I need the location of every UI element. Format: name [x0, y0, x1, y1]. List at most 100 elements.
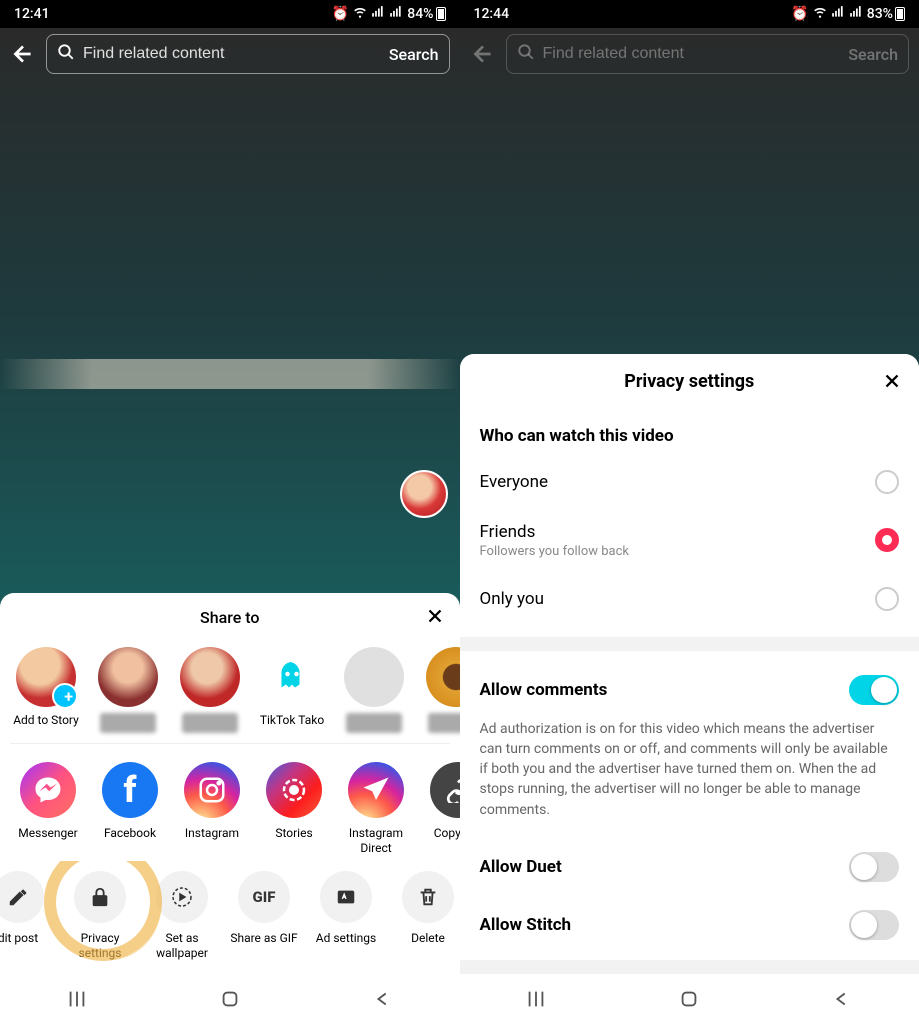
live-icon: [156, 871, 208, 923]
radio-button[interactable]: [875, 587, 899, 611]
action-lock[interactable]: Privacy settings: [62, 871, 138, 960]
msgr-icon: [20, 762, 76, 818]
lock-icon: [74, 871, 126, 923]
share-contacts-row[interactable]: Add to Story TikTok Tako: [0, 641, 460, 739]
search-button[interactable]: Search: [389, 45, 439, 64]
privacy-option[interactable]: Friends Followers you follow back: [480, 508, 900, 573]
status-time: 12:44: [474, 6, 510, 22]
share-app-ig[interactable]: Instagram: [174, 762, 250, 855]
radio-button[interactable]: [875, 528, 899, 552]
allow-duet-toggle[interactable]: [849, 852, 899, 882]
phone-right: 12:44 ⏰ 83% Search Privacy settings: [460, 0, 919, 1024]
contact-label: TikTok Tako: [256, 713, 328, 727]
contact-avatar: [426, 647, 460, 707]
contact-name-redacted: [428, 713, 460, 733]
contact-name-redacted: [100, 713, 156, 733]
radio-button[interactable]: [875, 470, 899, 494]
share-contact[interactable]: Add to Story: [10, 647, 82, 733]
contact-name-redacted: [182, 713, 238, 733]
recents-icon[interactable]: [524, 987, 548, 1011]
who-can-watch-card: Who can watch this video Everyone Friends…: [460, 410, 919, 637]
close-icon[interactable]: [881, 370, 903, 397]
who-title: Who can watch this video: [480, 426, 900, 446]
trash-icon: [402, 871, 454, 923]
share-app-msgr[interactable]: Messenger: [10, 762, 86, 855]
alarm-icon: ⏰: [791, 6, 808, 22]
search-input[interactable]: [83, 45, 381, 63]
battery-indicator: 83%: [867, 6, 905, 22]
share-apps-row[interactable]: MessengerfFacebook Instagram Stories Instag…: [0, 748, 460, 861]
share-actions-row[interactable]: dit postPrivacy settingsSet as wallpaper…: [0, 861, 460, 966]
app-label: Instagram Direct: [338, 826, 414, 855]
phone-left: 12:41 ⏰ 84% Search: [0, 0, 460, 1024]
option-label: Everyone: [480, 472, 549, 492]
share-app-fb[interactable]: fFacebook: [92, 762, 168, 855]
share-app-copy[interactable]: Copy link: [420, 762, 460, 855]
wifi-icon: [813, 5, 827, 23]
signal-icon-2: [849, 5, 863, 23]
allow-comments-desc: Ad authorization is on for this video wh…: [480, 719, 900, 820]
allow-comments-card: Allow comments Ad authorization is on fo…: [460, 651, 919, 960]
pencil-icon: [0, 871, 44, 923]
contact-avatar: [98, 647, 158, 707]
app-label: Stories: [256, 826, 332, 840]
allow-stitch-label: Allow Stitch: [480, 915, 572, 935]
privacy-option[interactable]: Only you: [480, 573, 900, 625]
status-time: 12:41: [14, 6, 50, 22]
back-icon[interactable]: [371, 987, 395, 1011]
recents-icon[interactable]: [65, 987, 89, 1011]
search-bar[interactable]: Search: [46, 34, 450, 74]
share-contact[interactable]: [338, 647, 410, 733]
option-label: Friends: [480, 522, 630, 542]
allow-comments-label: Allow comments: [480, 680, 608, 700]
search-input[interactable]: [543, 45, 841, 63]
search-icon: [57, 43, 75, 65]
privacy-option[interactable]: Everyone: [480, 456, 900, 508]
share-contact[interactable]: [92, 647, 164, 733]
copy-icon: [430, 762, 460, 818]
allow-duet-label: Allow Duet: [480, 857, 562, 877]
action-ad[interactable]: Ad settings: [308, 871, 384, 960]
search-icon: [517, 43, 535, 65]
contact-avatar: [16, 647, 76, 707]
system-nav-bar: [0, 974, 460, 1024]
share-contact[interactable]: [174, 647, 246, 733]
action-label: Ad settings: [308, 931, 384, 945]
back-arrow-icon[interactable]: [10, 41, 36, 67]
allow-stitch-row[interactable]: Allow Stitch: [480, 902, 900, 948]
share-title: Share to: [200, 608, 259, 627]
share-app-st[interactable]: Stories: [256, 762, 332, 855]
allow-duet-row[interactable]: Allow Duet: [480, 844, 900, 890]
app-label: Instagram: [174, 826, 250, 840]
back-arrow-icon[interactable]: [470, 41, 496, 67]
status-bar: 12:41 ⏰ 84%: [0, 0, 460, 28]
battery-indicator: 84%: [407, 6, 445, 22]
contact-avatar: [262, 647, 322, 707]
share-contact[interactable]: TikTok Tako: [256, 647, 328, 733]
signal-icon-2: [389, 5, 403, 23]
search-button[interactable]: Search: [848, 45, 898, 64]
share-app-igd[interactable]: Instagram Direct: [338, 762, 414, 855]
action-gif[interactable]: GIFShare as GIF: [226, 871, 302, 960]
profile-avatar[interactable]: [400, 470, 448, 518]
action-live[interactable]: Set as wallpaper: [144, 871, 220, 960]
privacy-header: Privacy settings: [460, 354, 919, 410]
share-contact[interactable]: [420, 647, 460, 733]
action-pencil[interactable]: dit post: [0, 871, 56, 960]
status-icons: ⏰ 83%: [791, 5, 905, 23]
allow-comments-row[interactable]: Allow comments: [480, 667, 900, 713]
action-label: Share as GIF: [226, 931, 302, 945]
contact-name-redacted: [346, 713, 402, 733]
search-bar[interactable]: Search: [506, 34, 910, 74]
close-icon[interactable]: [424, 605, 446, 631]
app-label: Copy link: [420, 826, 460, 840]
action-label: Privacy settings: [62, 931, 138, 960]
option-sublabel: Followers you follow back: [480, 544, 630, 559]
action-trash[interactable]: Delete: [390, 871, 460, 960]
allow-comments-toggle[interactable]: [849, 675, 899, 705]
option-label: Only you: [480, 589, 544, 609]
allow-stitch-toggle[interactable]: [849, 910, 899, 940]
home-icon[interactable]: [677, 987, 701, 1011]
back-icon[interactable]: [830, 987, 854, 1011]
home-icon[interactable]: [218, 987, 242, 1011]
